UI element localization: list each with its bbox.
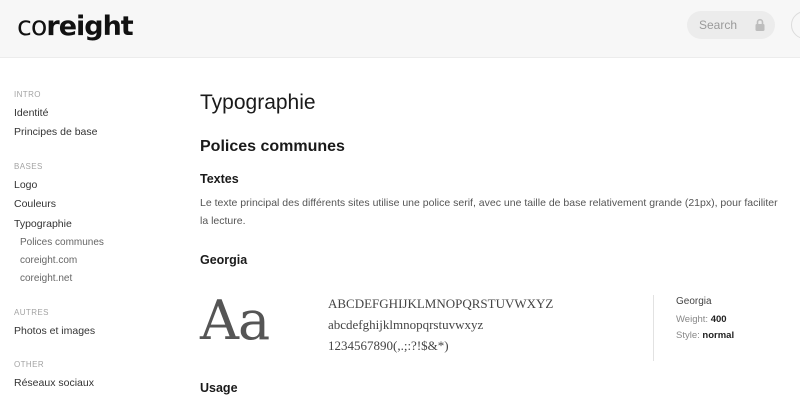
divider <box>653 295 654 361</box>
style-label: Style: <box>676 330 700 341</box>
sidebar-item-logo[interactable]: Logo <box>14 179 37 191</box>
sidebar-item-reseaux[interactable]: Réseaux sociaux <box>14 377 94 389</box>
sidebar-item-principes[interactable]: Principes de base <box>14 126 97 138</box>
sidebar-item-identite[interactable]: Identité <box>14 107 48 119</box>
logo-text-bold: reight <box>46 11 133 42</box>
sidebar-subitem-coreight-net[interactable]: coreight.net <box>20 273 72 284</box>
section-title: Polices communes <box>200 138 345 155</box>
sidebar-subitem-polices[interactable]: Polices communes <box>20 237 104 248</box>
page-title: Typographie <box>200 91 316 114</box>
sidebar-subitem-coreight-com[interactable]: coreight.com <box>20 255 77 266</box>
font-meta-weight: Weight: 400 <box>676 314 727 325</box>
sidebar-item-typographie[interactable]: Typographie <box>14 218 72 230</box>
georgia-title: Georgia <box>200 253 248 267</box>
usage-title: Usage <box>200 381 238 395</box>
account-button[interactable] <box>791 11 800 39</box>
font-sample-georgia: Aa ABCDEFGHIJKLMNOPQRSTUVWXYZ abcdefghij… <box>200 287 790 367</box>
uppercase-glyphs: ABCDEFGHIJKLMNOPQRSTUVWXYZ <box>328 296 554 311</box>
digit-glyphs: 1234567890(,.;:?!$&*) <box>328 338 449 353</box>
aa-sample: Aa <box>200 289 270 352</box>
sidebar-item-couleurs[interactable]: Couleurs <box>14 198 56 210</box>
lowercase-glyphs: abcdefghijklmnopqrstuvwxyz <box>328 317 484 332</box>
weight-label: Weight: <box>676 314 709 325</box>
logo-text-light: co <box>17 11 47 42</box>
sidebar-section-other: OTHER <box>14 360 44 369</box>
sidebar-section-autres: AUTRES <box>14 308 49 317</box>
sidebar-section-intro: INTRO <box>14 90 41 99</box>
textes-body: Le texte principal des différents sites … <box>200 197 778 227</box>
font-meta-name: Georgia <box>676 296 712 307</box>
coreight-logo[interactable]: coreight <box>17 11 134 42</box>
textes-title: Textes <box>200 172 239 186</box>
main-content: Typographie Polices communes Textes Le t… <box>200 0 790 400</box>
sidebar-item-photos[interactable]: Photos et images <box>14 325 95 337</box>
sidebar-section-bases: BASES <box>14 162 43 171</box>
weight-value: 400 <box>710 314 727 325</box>
font-meta-style: Style: normal <box>676 330 734 341</box>
style-value: normal <box>702 330 735 341</box>
